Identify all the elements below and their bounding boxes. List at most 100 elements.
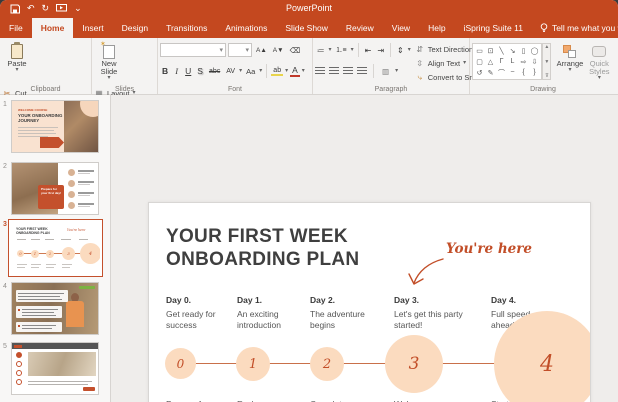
columns-button[interactable]: ▥ xyxy=(380,67,391,76)
shapes-gallery[interactable]: ▭ ⊡ ╲ ↘ ▯ ◯ ▢ △ Γ L ⇨ ⇩ ↺ ✎ ⌒ ~ { xyxy=(472,43,542,80)
shape-icon[interactable]: ⇩ xyxy=(529,56,540,67)
shape-icon[interactable]: L xyxy=(507,56,518,67)
tab-file[interactable]: File xyxy=(0,18,32,38)
shape-icon[interactable]: ▯ xyxy=(518,45,529,56)
quick-styles-icon xyxy=(592,43,606,60)
clear-formatting-button[interactable]: ⌫ xyxy=(288,46,303,55)
thumbnail-number-5: 5 xyxy=(3,343,7,350)
bold-button[interactable]: B xyxy=(160,66,170,76)
thumbnail4-progress-bar xyxy=(79,286,95,289)
paste-dropdown-arrow[interactable]: ▾ xyxy=(15,68,18,73)
font-size-combobox[interactable]: ▾ xyxy=(228,43,252,57)
paste-icon xyxy=(11,43,23,60)
increase-indent-button[interactable]: ⇥ xyxy=(375,46,386,55)
font-name-combobox[interactable]: ▾ xyxy=(160,43,226,57)
strikethrough-button[interactable]: abc xyxy=(207,68,222,75)
shape-icon[interactable]: } xyxy=(529,67,540,78)
new-slide-dropdown-arrow[interactable]: ▾ xyxy=(107,76,110,81)
tell-me-label: Tell me what you want to do xyxy=(552,23,618,33)
shape-icon[interactable]: ⌒ xyxy=(496,67,507,78)
text-shadow-button[interactable]: S xyxy=(195,66,205,76)
character-spacing-button[interactable]: AV xyxy=(224,68,237,75)
tab-review[interactable]: Review xyxy=(337,18,383,38)
slide-thumbnail-5[interactable] xyxy=(11,342,99,395)
slide-thumbnail-panel: 1 WELCOME COURSE YOUR ONBOARDING JOURNEY… xyxy=(0,95,111,402)
day0-heading[interactable]: Day 0. Get ready for success xyxy=(166,295,234,330)
justify-button[interactable] xyxy=(357,67,367,75)
slide-thumbnail-3-selected[interactable]: YOUR FIRST WEEK ONBOARDING PLAN You're h… xyxy=(8,219,103,277)
shape-icon[interactable]: { xyxy=(518,67,529,78)
shapes-gallery-scrollbar[interactable]: ▲ ▼ ⊽ xyxy=(542,43,551,80)
shape-icon[interactable]: ╲ xyxy=(496,45,507,56)
shape-icon[interactable]: ↺ xyxy=(474,67,485,78)
clipboard-group: Paste ▾ ✂ Cut ⧉ Copy ▾ ✎ Format Painter … xyxy=(0,38,92,94)
tab-slide-show[interactable]: Slide Show xyxy=(276,18,337,38)
shape-icon[interactable]: ⊡ xyxy=(485,45,496,56)
shape-icon[interactable]: ⇨ xyxy=(518,56,529,67)
drawing-group: ▭ ⊡ ╲ ↘ ▯ ◯ ▢ △ Γ L ⇨ ⇩ ↺ ✎ ⌒ ~ { xyxy=(470,38,616,94)
text-direction-label: Text Direction xyxy=(428,45,473,54)
tell-me-box[interactable]: Tell me what you want to do xyxy=(532,18,618,38)
tab-view[interactable]: View xyxy=(383,18,419,38)
timeline-circle-0[interactable]: 0 xyxy=(165,348,196,379)
bullets-button[interactable]: ≔ xyxy=(315,46,327,55)
thumbnail-number-1: 1 xyxy=(3,101,7,108)
numbering-button[interactable]: ⒈≡ xyxy=(334,45,349,55)
slide-canvas[interactable]: YOUR FIRST WEEK ONBOARDING PLAN You're h… xyxy=(148,202,591,402)
tab-animations[interactable]: Animations xyxy=(216,18,276,38)
shape-icon[interactable]: Γ xyxy=(496,56,507,67)
line-spacing-button[interactable]: ⇕ xyxy=(395,46,406,55)
shrink-font-button[interactable]: A▼ xyxy=(271,47,286,54)
align-left-button[interactable] xyxy=(315,67,325,75)
shape-icon[interactable]: ✎ xyxy=(485,67,496,78)
tab-insert[interactable]: Insert xyxy=(73,18,112,38)
case-dropdown-arrow: ▾ xyxy=(259,69,262,74)
title-bar: ↶ ↻ ⌄ PowerPoint xyxy=(0,0,618,18)
tab-help[interactable]: Help xyxy=(419,18,454,38)
slide-thumbnail-3[interactable]: YOUR FIRST WEEK ONBOARDING PLAN You're h… xyxy=(11,222,100,274)
youre-here-annotation[interactable]: You're here xyxy=(446,241,532,257)
tab-ispring-suite[interactable]: iSpring Suite 11 xyxy=(455,18,532,38)
slide-thumbnail-2[interactable]: Prepare for your first day! xyxy=(11,162,99,215)
day4-label: Day 4. xyxy=(491,295,571,305)
shapes-more-icon[interactable]: ⊽ xyxy=(545,73,549,79)
day1-heading[interactable]: Day 1. An exciting introduction xyxy=(237,295,307,330)
thumbnail5-button xyxy=(83,387,95,391)
font-color-button[interactable]: A xyxy=(290,65,300,77)
slide-thumbnail-1[interactable]: WELCOME COURSE YOUR ONBOARDING JOURNEY xyxy=(11,100,99,153)
tab-design[interactable]: Design xyxy=(113,18,157,38)
slide-title[interactable]: YOUR FIRST WEEK ONBOARDING PLAN xyxy=(166,225,359,271)
quick-styles-label: Quick Styles xyxy=(585,60,614,76)
tab-home[interactable]: Home xyxy=(32,18,74,38)
italic-button[interactable]: I xyxy=(172,66,181,76)
quick-styles-button[interactable]: Quick Styles ▾ xyxy=(585,41,614,85)
tab-transitions[interactable]: Transitions xyxy=(157,18,216,38)
new-slide-button[interactable]: New Slide ▾ xyxy=(94,41,124,85)
highlight-color-button[interactable]: ab xyxy=(271,67,283,76)
shapes-scroll-up-icon[interactable]: ▲ xyxy=(544,44,549,50)
align-center-button[interactable] xyxy=(329,67,339,75)
shapes-scroll-down-icon[interactable]: ▼ xyxy=(544,59,549,65)
timeline-circle-3[interactable]: 3 xyxy=(385,335,443,393)
decrease-indent-button[interactable]: ⇤ xyxy=(363,46,374,55)
day2-heading[interactable]: Day 2. The adventure begins xyxy=(310,295,390,330)
shape-icon[interactable]: ↘ xyxy=(507,45,518,56)
shape-icon[interactable]: ◯ xyxy=(529,45,540,56)
arrange-button[interactable]: Arrange ▾ xyxy=(555,41,584,85)
paragraph-group: ≔ ▾ ⒈≡ ▾ ⇤ ⇥ ⇕ ▾ xyxy=(313,38,470,94)
shape-icon[interactable]: ▢ xyxy=(474,56,485,67)
timeline-circle-2[interactable]: 2 xyxy=(310,347,344,381)
shape-icon[interactable]: △ xyxy=(485,56,496,67)
timeline-circle-1[interactable]: 1 xyxy=(236,347,270,381)
paste-button[interactable]: Paste ▾ xyxy=(2,41,32,85)
shape-icon[interactable]: ▭ xyxy=(474,45,485,56)
align-right-button[interactable] xyxy=(343,67,353,75)
day3-heading[interactable]: Day 3. Let's get this party started! xyxy=(394,295,489,330)
change-case-button[interactable]: Aa xyxy=(244,67,257,76)
shape-icon[interactable]: ~ xyxy=(507,67,518,78)
grow-font-button[interactable]: A▲ xyxy=(254,47,269,54)
arrange-dropdown-arrow: ▾ xyxy=(568,68,571,73)
line-spacing-dropdown-arrow: ▾ xyxy=(408,48,411,53)
underline-button[interactable]: U xyxy=(183,66,193,76)
slide-thumbnail-4[interactable] xyxy=(11,282,99,335)
